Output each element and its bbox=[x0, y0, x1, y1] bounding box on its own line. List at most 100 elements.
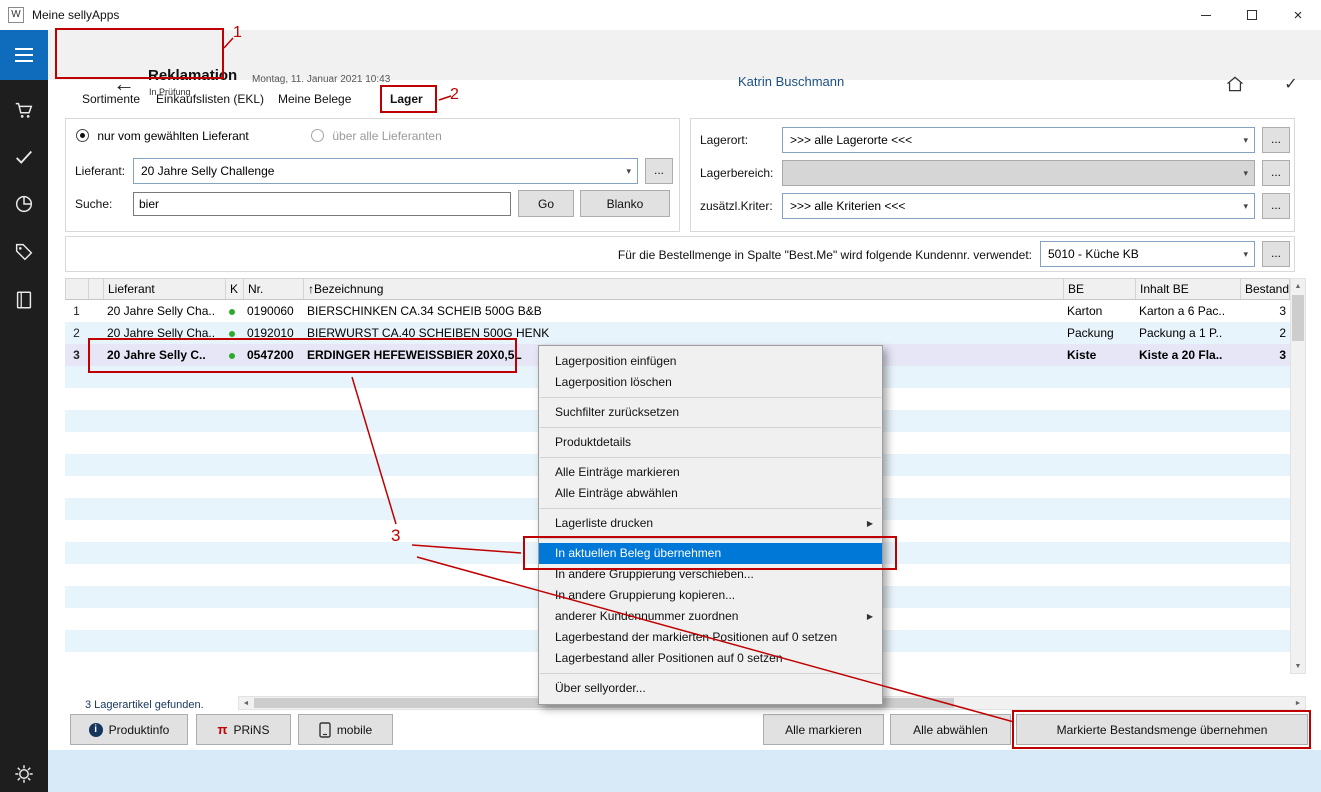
page-header: ← Reklamation In Prüfung Montag, 11. Jan… bbox=[48, 30, 1321, 80]
mobile-button[interactable]: mobile bbox=[298, 714, 393, 745]
gear-icon bbox=[13, 763, 35, 785]
menu-button[interactable] bbox=[0, 30, 48, 80]
cell-bezeichnung: BIERSCHINKEN CA.34 SCHEIB 500G B&B bbox=[303, 304, 1063, 318]
kriterien-more-button[interactable]: ... bbox=[1262, 193, 1290, 219]
menu-item-lagerliste-drucken[interactable]: Lagerliste drucken ▶ bbox=[539, 513, 882, 534]
sidebar-item-catalog[interactable] bbox=[0, 278, 48, 322]
kriterien-value: >>> alle Kriterien <<< bbox=[790, 199, 905, 213]
user-name: Katrin Buschmann bbox=[738, 74, 844, 89]
kriterien-label: zusätzl.Kriter: bbox=[700, 199, 773, 213]
radio-alle-lieferanten[interactable]: über alle Lieferanten bbox=[311, 129, 442, 143]
close-button[interactable]: × bbox=[1275, 0, 1321, 30]
col-lieferant[interactable]: Lieferant bbox=[104, 279, 226, 299]
kriterien-combo[interactable]: >>> alle Kriterien <<< ▾ bbox=[782, 193, 1255, 219]
lieferant-combo[interactable]: 20 Jahre Selly Challenge ▾ bbox=[133, 158, 638, 184]
tab-einkaufslisten[interactable]: Einkaufslisten (EKL) bbox=[156, 92, 264, 106]
lagerort-combo[interactable]: >>> alle Lagerorte <<< ▾ bbox=[782, 127, 1255, 153]
maximize-button[interactable] bbox=[1229, 0, 1275, 30]
confirm-button[interactable]: ✓ bbox=[1276, 70, 1306, 98]
check-icon: ✓ bbox=[1284, 74, 1297, 94]
scroll-down-button[interactable]: ▼ bbox=[1291, 659, 1305, 673]
cell-bestand: 2 bbox=[1240, 326, 1290, 340]
table-header: Lieferant K Nr. ↑Bezeichnung BE Inhalt B… bbox=[65, 278, 1290, 300]
col-marker bbox=[89, 279, 104, 299]
lagerbereich-more-button[interactable]: ... bbox=[1262, 160, 1290, 186]
uebernehmen-button[interactable]: Markierte Bestandsmenge übernehmen bbox=[1016, 714, 1308, 745]
radio-disabled-icon[interactable] bbox=[311, 129, 324, 142]
table-row[interactable]: 1 20 Jahre Selly Cha.. 0190060 BIERSCHIN… bbox=[65, 300, 1290, 322]
menu-item-suchfilter-zuruecksetzen[interactable]: Suchfilter zurücksetzen bbox=[539, 402, 882, 423]
blanko-button[interactable]: Blanko bbox=[580, 190, 670, 217]
alle-markieren-button[interactable]: Alle markieren bbox=[763, 714, 884, 745]
menu-item-gruppierung-verschieben[interactable]: In andere Gruppierung verschieben... bbox=[539, 564, 882, 585]
produktinfo-button[interactable]: i Produktinfo bbox=[70, 714, 188, 745]
status-dot-icon bbox=[229, 309, 235, 315]
menu-item-ueber-sellyorder[interactable]: Über sellyorder... bbox=[539, 678, 882, 699]
sidebar-item-tasks[interactable] bbox=[0, 135, 48, 179]
cell-inhalt: Kiste a 20 Fla.. bbox=[1135, 348, 1240, 362]
sidebar-item-reports[interactable] bbox=[0, 182, 48, 226]
scroll-right-button[interactable]: ► bbox=[1291, 697, 1305, 709]
menu-separator bbox=[540, 457, 881, 458]
menu-item-kundennummer-zuordnen[interactable]: anderer Kundennummer zuordnen ▶ bbox=[539, 606, 882, 627]
radio-label: über alle Lieferanten bbox=[332, 129, 441, 143]
radio-nur-vom-lieferant[interactable]: nur vom gewählten Lieferant bbox=[76, 129, 249, 143]
kundennr-combo[interactable]: 5010 - Küche KB ▾ bbox=[1040, 241, 1255, 267]
minimize-button[interactable] bbox=[1183, 0, 1229, 30]
sidebar-item-offers[interactable] bbox=[0, 230, 48, 274]
table-row[interactable]: 2 20 Jahre Selly Cha.. 0192010 BIERWURST… bbox=[65, 322, 1290, 344]
menu-item-lagerposition-einfuegen[interactable]: Lagerposition einfügen bbox=[539, 351, 882, 372]
col-k[interactable]: K bbox=[226, 279, 244, 299]
submenu-arrow-icon: ▶ bbox=[867, 513, 873, 534]
home-button[interactable] bbox=[1220, 70, 1250, 98]
radio-selected-icon[interactable] bbox=[76, 129, 89, 142]
col-nr[interactable]: Nr. bbox=[244, 279, 304, 299]
tab-sortimente[interactable]: Sortimente bbox=[82, 92, 140, 106]
lagerbereich-label: Lagerbereich: bbox=[700, 166, 773, 180]
cell-nr: 0547200 bbox=[243, 348, 303, 362]
kundennr-more-button[interactable]: ... bbox=[1262, 241, 1290, 267]
col-bestand[interactable]: Bestand bbox=[1241, 279, 1291, 299]
prins-icon: π bbox=[218, 722, 228, 737]
scroll-thumb[interactable] bbox=[1292, 295, 1304, 341]
alle-abwaehlen-button[interactable]: Alle abwählen bbox=[890, 714, 1011, 745]
menu-separator bbox=[540, 508, 881, 509]
suche-label: Suche: bbox=[75, 197, 112, 211]
scroll-up-button[interactable]: ▲ bbox=[1291, 279, 1305, 293]
cell-lieferant: 20 Jahre Selly Cha.. bbox=[103, 326, 225, 340]
lagerbereich-combo: ▾ bbox=[782, 160, 1255, 186]
search-input[interactable] bbox=[133, 192, 511, 216]
prins-button[interactable]: π PRiNS bbox=[196, 714, 291, 745]
col-be[interactable]: BE bbox=[1064, 279, 1136, 299]
tab-lager[interactable]: Lager bbox=[390, 92, 423, 106]
tab-meine-belege[interactable]: Meine Belege bbox=[278, 92, 351, 106]
cell-bestand: 3 bbox=[1240, 348, 1290, 362]
page-title: Reklamation bbox=[148, 67, 237, 84]
result-count: 3 Lagerartikel gefunden. bbox=[85, 699, 204, 711]
col-inhalt-be[interactable]: Inhalt BE bbox=[1136, 279, 1241, 299]
menu-item-gruppierung-kopieren[interactable]: In andere Gruppierung kopieren... bbox=[539, 585, 882, 606]
lagerort-more-button[interactable]: ... bbox=[1262, 127, 1290, 153]
menu-item-produktdetails[interactable]: Produktdetails bbox=[539, 432, 882, 453]
phone-icon bbox=[319, 722, 331, 738]
sidebar-item-settings[interactable] bbox=[0, 752, 48, 792]
go-button[interactable]: Go bbox=[518, 190, 574, 217]
menu-item-lagerbestand-markierte-auf-0[interactable]: Lagerbestand der markierten Positionen a… bbox=[539, 627, 882, 648]
scroll-left-button[interactable]: ◄ bbox=[239, 697, 253, 709]
menu-separator bbox=[540, 427, 881, 428]
menu-item-lagerbestand-alle-auf-0[interactable]: Lagerbestand aller Positionen auf 0 setz… bbox=[539, 648, 882, 669]
bestellmenge-text: Für die Bestellmenge in Spalte "Best.Me"… bbox=[400, 248, 1032, 262]
lieferant-more-button[interactable]: ... bbox=[645, 158, 673, 184]
menu-item-alle-eintraege-markieren[interactable]: Alle Einträge markieren bbox=[539, 462, 882, 483]
lagerort-value: >>> alle Lagerorte <<< bbox=[790, 133, 912, 147]
cell-inhalt: Karton a 6 Pac.. bbox=[1135, 304, 1240, 318]
menu-item-alle-eintraege-abwaehlen[interactable]: Alle Einträge abwählen bbox=[539, 483, 882, 504]
sidebar-item-cart[interactable] bbox=[0, 88, 48, 132]
chevron-down-icon: ▾ bbox=[1243, 135, 1248, 146]
menu-item-in-aktuellen-beleg-uebernehmen[interactable]: In aktuellen Beleg übernehmen bbox=[539, 543, 882, 564]
info-icon: i bbox=[89, 723, 103, 737]
col-bezeichnung[interactable]: ↑Bezeichnung bbox=[304, 279, 1064, 299]
vertical-scrollbar[interactable]: ▲ ▼ bbox=[1290, 278, 1306, 674]
menu-item-lagerposition-loeschen[interactable]: Lagerposition löschen bbox=[539, 372, 882, 393]
cell-be: Packung bbox=[1063, 326, 1135, 340]
